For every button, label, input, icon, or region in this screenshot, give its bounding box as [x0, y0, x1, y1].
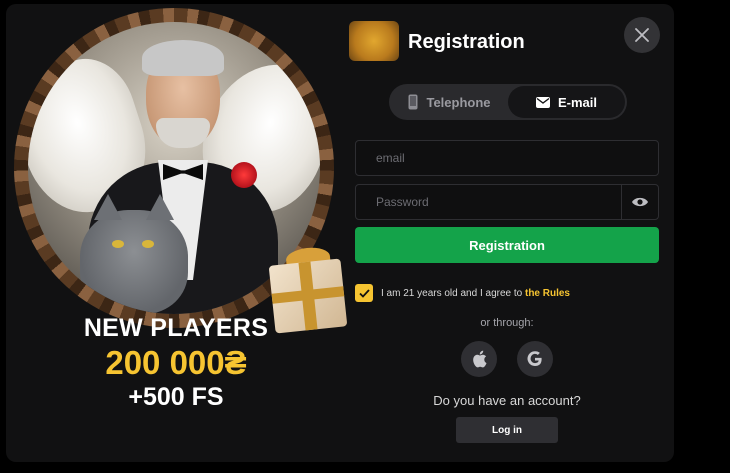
checkmark-icon [358, 288, 370, 298]
promo-amount: 200 000₴ [105, 344, 247, 381]
password-field-wrapper [355, 184, 659, 220]
envelope-icon [535, 96, 550, 108]
have-account-text: Do you have an account? [433, 393, 581, 408]
tab-email-label: E-mail [557, 94, 597, 110]
close-icon [635, 28, 649, 42]
login-button[interactable]: Log in [456, 417, 558, 443]
rose-icon [231, 162, 257, 188]
terms-agreement: I am 21 years old and I agree to the Rul… [355, 284, 570, 302]
modal-title: Registration [408, 31, 525, 53]
cat-illustration [80, 194, 188, 314]
apple-login-button[interactable] [461, 341, 497, 377]
registration-submit-button[interactable]: Registration [355, 227, 659, 263]
apple-icon [472, 350, 486, 368]
phone-icon [408, 94, 418, 110]
rules-link[interactable]: the Rules [525, 288, 570, 299]
registration-modal: NEW PLAYERS 200 000₴ +500 FS Registratio… [6, 4, 674, 462]
brand-logo [349, 21, 399, 61]
tab-telephone-label: Telephone [426, 94, 491, 110]
close-button[interactable] [624, 17, 660, 53]
terms-text: I am 21 years old and I agree to [381, 287, 523, 299]
or-through-label: or through: [480, 317, 534, 329]
password-input[interactable] [356, 185, 658, 219]
promo-banner: NEW PLAYERS 200 000₴ +500 FS [6, 4, 348, 462]
registration-method-tabs: Telephone E-mail [389, 84, 627, 120]
promo-title: NEW PLAYERS [83, 314, 269, 342]
google-icon [527, 351, 542, 366]
show-password-button[interactable] [621, 185, 658, 219]
google-login-button[interactable] [517, 341, 553, 377]
email-input[interactable] [356, 141, 658, 175]
tab-telephone[interactable]: Telephone [391, 86, 508, 118]
promo-text: NEW PLAYERS 200 000₴ +500 FS [6, 314, 346, 412]
eye-icon [632, 197, 648, 207]
terms-checkbox[interactable] [355, 284, 373, 302]
email-field-wrapper [355, 140, 659, 176]
tab-email[interactable]: E-mail [508, 86, 625, 118]
promo-free-spins: +500 FS [128, 383, 224, 411]
